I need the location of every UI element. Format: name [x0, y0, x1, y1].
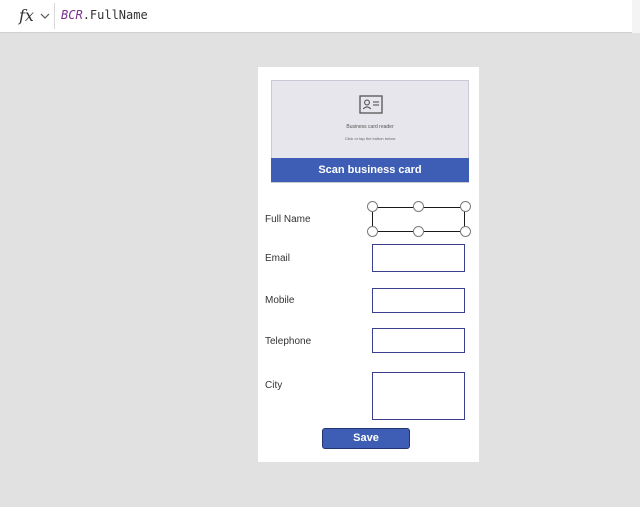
city-input[interactable]: [372, 372, 465, 420]
email-input[interactable]: [372, 244, 465, 272]
formula-input[interactable]: BCR.FullName: [61, 8, 148, 22]
chevron-down-icon: [40, 13, 50, 19]
resize-handle-bottom[interactable]: [413, 226, 424, 237]
email-label: Email: [265, 253, 291, 264]
formula-bar: fx BCR.FullName: [0, 0, 640, 33]
resize-handle-top-right[interactable]: [460, 201, 471, 212]
formula-control-name: BCR: [61, 8, 83, 22]
formula-scrollbar[interactable]: [632, 0, 640, 33]
fx-icon: fx: [19, 6, 34, 25]
contact-card-icon: [359, 95, 383, 114]
telephone-label: Telephone: [265, 336, 312, 347]
app-screen: Business card reader Click or tap the bu…: [258, 67, 479, 462]
resize-handle-bottom-left[interactable]: [367, 226, 378, 237]
formula-property: .FullName: [82, 8, 148, 22]
resize-handle-top-left[interactable]: [367, 201, 378, 212]
reader-hint: Click or tap the button below: [344, 136, 396, 141]
city-label: City: [265, 380, 283, 391]
save-button[interactable]: Save: [322, 428, 410, 449]
telephone-input[interactable]: [372, 328, 465, 353]
resize-handle-top[interactable]: [413, 201, 424, 212]
function-selector[interactable]: fx: [5, 3, 55, 29]
resize-handle-bottom-right[interactable]: [460, 226, 471, 237]
mobile-input[interactable]: [372, 288, 465, 313]
scan-business-card-button[interactable]: Scan business card: [271, 158, 469, 182]
mobile-label: Mobile: [265, 295, 295, 306]
full-name-label: Full Name: [265, 214, 311, 225]
reader-title: Business card reader: [346, 124, 394, 130]
